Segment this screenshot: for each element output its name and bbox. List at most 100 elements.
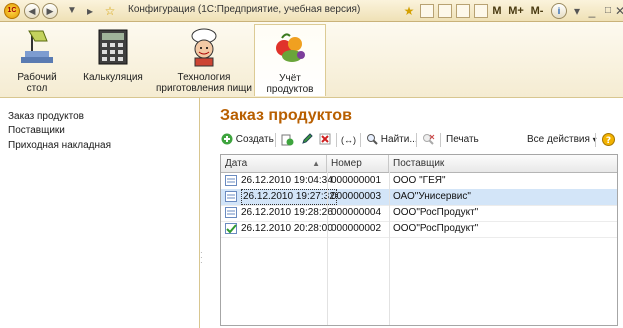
table-row[interactable]: 26.12.2010 19:04:34 000000001 ООО "ГЕЯ" [221, 173, 617, 190]
info-icon[interactable]: i [551, 3, 567, 19]
history-icon[interactable]: ▸ [82, 3, 98, 19]
table-row[interactable]: 26.12.2010 20:28:00 000000002 ООО"РосПро… [221, 221, 617, 238]
sort-icon: ▲ [312, 159, 320, 168]
cell-supplier: ООО"РосПродукт" [393, 207, 479, 218]
cell-date: 26.12.2010 19:04:34 [241, 175, 333, 186]
page-title: Заказ продуктов [220, 107, 352, 124]
toolbar-separator [275, 133, 276, 147]
cell-supplier: ООО"РосПродукт" [393, 223, 479, 234]
table-row[interactable]: 26.12.2010 19:27:32 000000003 ОАО"Унисер… [221, 189, 617, 206]
splitter-handle[interactable]: · · · [200, 249, 204, 267]
section-products-accounting[interactable]: Учёт продуктов [254, 24, 326, 96]
help-icon: ? [602, 132, 615, 146]
delete-button[interactable] [319, 131, 331, 149]
desk-lamp-icon [21, 30, 53, 63]
cell-date: 26.12.2010 20:28:00 [241, 223, 333, 234]
table-header: Дата ▲ Номер Поставщик [221, 155, 617, 173]
edit-button[interactable] [301, 131, 313, 149]
column-divider [327, 172, 328, 325]
close-icon[interactable]: ✕ [612, 3, 623, 19]
column-header-label: Дата [225, 158, 248, 169]
svg-text:?: ? [606, 136, 611, 146]
section-label: Технология [177, 72, 231, 83]
column-divider [389, 172, 390, 325]
cell-number: 000000002 [331, 223, 382, 234]
cancel-search-button[interactable] [422, 131, 435, 149]
period-icon: (↔) [341, 135, 356, 145]
toolbar-separator [360, 133, 361, 147]
help-button[interactable]: ? [602, 131, 615, 149]
document-icon [225, 191, 237, 202]
all-actions-label: Все действия [527, 134, 590, 145]
column-header-date[interactable]: Дата ▲ [221, 155, 327, 172]
cell-number: 000000001 [331, 175, 382, 186]
column-header-number[interactable]: Номер [327, 155, 389, 172]
main-content: Заказ продуктов Создать (↔) Найти... Печ… [205, 98, 623, 328]
section-label: Учёт [279, 73, 301, 84]
dropdown-icon[interactable]: ▾ [569, 3, 585, 19]
section-label: Рабочий [17, 72, 57, 83]
cancel-search-icon [423, 133, 435, 145]
all-actions-button[interactable]: Все действия ▾ [527, 131, 597, 149]
memory-minus-button[interactable]: M- [528, 3, 546, 19]
add-icon [221, 133, 233, 145]
back-icon[interactable]: ◀ [24, 3, 40, 19]
posted-document-icon [225, 223, 237, 234]
favorites-star-icon[interactable]: ☆ [102, 3, 118, 19]
navigation-panel: Заказ продуктов Поставщики Приходная нак… [0, 98, 200, 328]
create-button[interactable]: Создать [221, 131, 274, 149]
calculator-icon [98, 29, 128, 65]
cell-date: 26.12.2010 19:27:32 [241, 189, 337, 205]
cell-number: 000000004 [331, 207, 382, 218]
copy-icon [281, 134, 294, 146]
minimize-icon[interactable]: _ [584, 3, 600, 19]
section-cooking-technology[interactable]: Технология приготовления пищи [156, 24, 252, 96]
toolbar-separator [440, 133, 441, 147]
section-desktop[interactable]: Рабочий стол [6, 24, 68, 96]
toolbar-separator [336, 133, 337, 147]
add-favorite-icon[interactable]: ★ [401, 3, 417, 19]
memory-plus-button[interactable]: M+ [506, 3, 526, 19]
calculator-small-icon[interactable] [438, 4, 452, 18]
document-icon[interactable] [420, 4, 434, 18]
orders-table[interactable]: Дата ▲ Номер Поставщик 26.12.2010 19:04:… [220, 154, 618, 326]
section-label-line2: продуктов [266, 84, 314, 95]
memory-m-button[interactable]: M [491, 3, 503, 19]
document-icon [225, 175, 237, 186]
menu-arrow-icon[interactable]: ▼ [64, 3, 80, 19]
create-button-label: Создать [235, 134, 274, 145]
pencil-icon [302, 133, 313, 145]
forward-icon[interactable]: ▶ [42, 3, 58, 19]
period-button[interactable]: (↔) [341, 131, 356, 149]
command-bar: Создать (↔) Найти... Печать Все действия… [219, 130, 619, 150]
copy-button[interactable] [281, 131, 294, 149]
table-row[interactable]: 26.12.2010 19:28:26 000000004 ООО"РосПро… [221, 205, 617, 222]
find-button-label: Найти... [380, 134, 418, 145]
find-button[interactable]: Найти... [366, 131, 418, 149]
toolbar-separator [416, 133, 417, 147]
search-icon [367, 134, 378, 146]
delete-icon [319, 133, 331, 145]
vegetables-icon [276, 33, 305, 62]
chef-icon [191, 28, 217, 67]
section-calculation[interactable]: Калькуляция [82, 24, 144, 96]
cell-supplier: ОАО"Унисервис" [393, 191, 471, 202]
sections-panel: Рабочий стол Калькуляция Технология приг… [0, 22, 623, 98]
toolbar-separator [595, 133, 596, 147]
title-bar: 1С ◀ ▶ ▼ ▸ ☆ Конфигурация (1С:Предприяти… [0, 0, 623, 22]
cell-supplier: ООО "ГЕЯ" [393, 175, 446, 186]
nav-item-incoming-invoice[interactable]: Приходная накладная [8, 140, 111, 151]
nav-item-product-orders[interactable]: Заказ продуктов [8, 111, 84, 122]
section-label-line2: приготовления пищи [156, 83, 252, 94]
print-button[interactable]: Печать [446, 131, 479, 149]
app-logo-icon[interactable]: 1С [4, 3, 20, 19]
cell-number: 000000003 [331, 191, 382, 202]
section-label: Калькуляция [83, 72, 143, 83]
calendar-icon[interactable] [456, 4, 470, 18]
column-header-supplier[interactable]: Поставщик [389, 155, 617, 172]
nav-item-suppliers[interactable]: Поставщики [8, 125, 65, 136]
section-label-line2: стол [26, 83, 48, 94]
clipboard-icon[interactable] [474, 4, 488, 18]
cell-date: 26.12.2010 19:28:26 [241, 207, 333, 218]
window-title: Конфигурация (1С:Предприятие, учебная ве… [128, 4, 361, 15]
